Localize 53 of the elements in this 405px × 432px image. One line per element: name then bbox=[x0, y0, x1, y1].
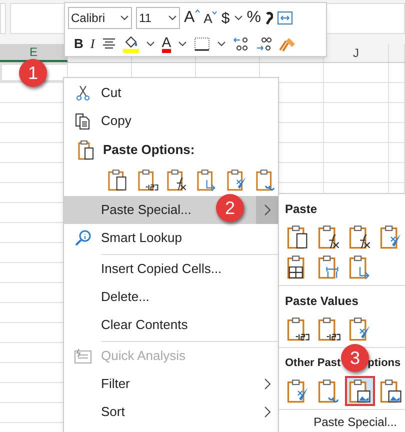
font-name-dropdown[interactable]: Calibri bbox=[68, 7, 132, 29]
paste-formulas-icon[interactable] bbox=[316, 224, 342, 250]
section-heading: Paste Options: bbox=[103, 140, 195, 159]
caret-icon[interactable] bbox=[168, 15, 177, 21]
menu-item[interactable]: Insert Copied Cells... bbox=[64, 255, 278, 283]
borders-icon[interactable] bbox=[194, 37, 210, 51]
copy-icon bbox=[74, 112, 92, 130]
fill-color-icon[interactable] bbox=[122, 35, 139, 53]
menu-item[interactable]: Copy bbox=[64, 107, 278, 135]
clipboard-icon bbox=[77, 140, 95, 160]
paste-picture-icon[interactable] bbox=[347, 378, 373, 404]
percent-button[interactable]: % bbox=[246, 10, 261, 26]
section-heading: Paste Values bbox=[285, 293, 360, 310]
align-icon[interactable] bbox=[102, 38, 116, 50]
section-heading: Other Past bbox=[285, 356, 341, 371]
paste-formatting-icon[interactable] bbox=[224, 167, 248, 193]
caret-down-icon bbox=[212, 11, 218, 15]
caret-icon[interactable] bbox=[120, 15, 129, 21]
menu-item[interactable]: Clear Contents bbox=[64, 311, 278, 339]
grow-font-button[interactable]: A bbox=[184, 10, 195, 26]
caret-icon[interactable] bbox=[178, 41, 188, 47]
section-heading: ptions bbox=[368, 356, 401, 371]
section-heading: Paste bbox=[285, 201, 318, 218]
caret-up-icon bbox=[194, 9, 200, 13]
decrease-decimal-icon[interactable] bbox=[233, 36, 250, 52]
linked-picture-icon[interactable] bbox=[378, 378, 404, 404]
scissors-icon bbox=[74, 85, 90, 101]
bold-button[interactable]: B bbox=[74, 34, 84, 54]
chevron-right-icon bbox=[263, 204, 271, 216]
column-header[interactable]: J bbox=[353, 44, 359, 62]
menu-item[interactable]: Smart Lookup bbox=[64, 224, 278, 252]
menu-item[interactable]: Cut bbox=[64, 79, 278, 107]
paste-formulas-icon[interactable] bbox=[347, 224, 373, 250]
menu-item[interactable]: Delete... bbox=[64, 283, 278, 311]
font-color-button[interactable]: A bbox=[162, 35, 172, 53]
menu-item[interactable]: Filter bbox=[64, 370, 278, 398]
caret-icon[interactable] bbox=[234, 15, 243, 21]
column-header[interactable]: E bbox=[29, 43, 38, 61]
chevron-right-icon bbox=[263, 378, 271, 390]
menu-item[interactable]: Paste Special... bbox=[314, 413, 397, 431]
italic-button[interactable]: I bbox=[90, 34, 95, 54]
merge-cells-icon[interactable] bbox=[276, 11, 293, 25]
caret-icon[interactable] bbox=[217, 41, 226, 47]
format-painter-icon[interactable] bbox=[279, 36, 298, 52]
quick-analysis-icon bbox=[74, 348, 92, 364]
currency-button[interactable]: $ bbox=[221, 10, 230, 26]
shrink-font-button[interactable]: A bbox=[204, 12, 212, 24]
caret-icon[interactable] bbox=[146, 41, 155, 47]
chevron-right-icon bbox=[263, 406, 271, 418]
font-size-dropdown[interactable]: 11 bbox=[136, 7, 180, 29]
menu-item[interactable]: Sort bbox=[64, 398, 278, 426]
increase-decimal-icon[interactable] bbox=[256, 36, 272, 52]
search-info-icon bbox=[74, 229, 92, 247]
